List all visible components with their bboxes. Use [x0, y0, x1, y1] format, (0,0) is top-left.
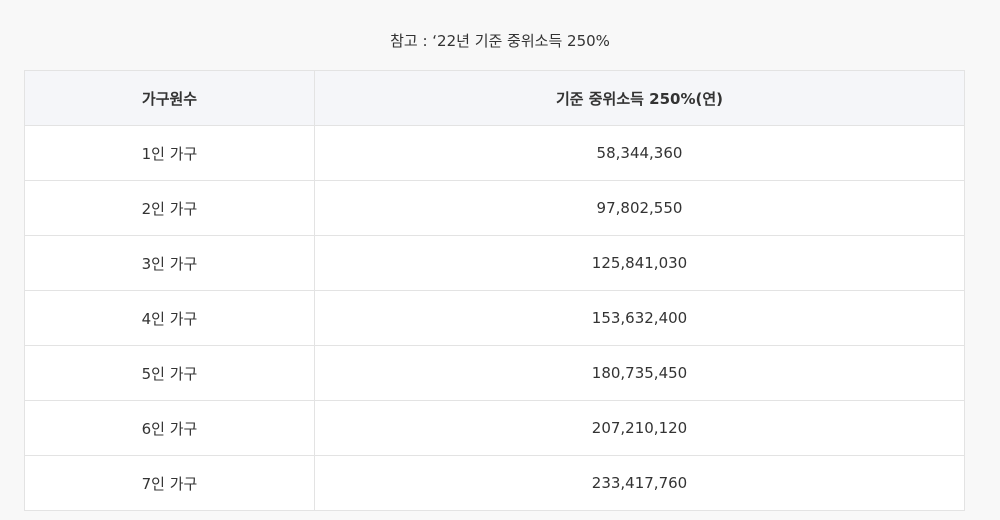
household-size-cell: 6인 가구 — [24, 400, 315, 456]
income-cell: 180,735,450 — [314, 345, 965, 401]
header-median-income-250: 기준 중위소득 250%(연) — [314, 70, 965, 126]
table-row: 6인 가구 207,210,120 — [24, 400, 965, 456]
page: 참고 : ‘22년 기준 중위소득 250% 가구원수 기준 중위소득 250%… — [0, 0, 1000, 520]
table-row: 4인 가구 153,632,400 — [24, 290, 965, 346]
household-size-cell: 1인 가구 — [24, 125, 315, 181]
household-size-cell: 3인 가구 — [24, 235, 315, 291]
table-row: 2인 가구 97,802,550 — [24, 180, 965, 236]
header-household-size: 가구원수 — [24, 70, 315, 126]
table-row: 7인 가구 233,417,760 — [24, 455, 965, 511]
income-cell: 58,344,360 — [314, 125, 965, 181]
table-row: 3인 가구 125,841,030 — [24, 235, 965, 291]
table-header-row: 가구원수 기준 중위소득 250%(연) — [24, 70, 965, 126]
income-cell: 207,210,120 — [314, 400, 965, 456]
table-row: 1인 가구 58,344,360 — [24, 125, 965, 181]
household-size-cell: 7인 가구 — [24, 455, 315, 511]
income-cell: 97,802,550 — [314, 180, 965, 236]
income-cell: 233,417,760 — [314, 455, 965, 511]
household-size-cell: 4인 가구 — [24, 290, 315, 346]
reference-note: 참고 : ‘22년 기준 중위소득 250% — [390, 32, 610, 50]
household-size-cell: 2인 가구 — [24, 180, 315, 236]
income-table: 가구원수 기준 중위소득 250%(연) 1인 가구 58,344,360 2인… — [24, 70, 965, 511]
household-size-cell: 5인 가구 — [24, 345, 315, 401]
income-cell: 125,841,030 — [314, 235, 965, 291]
table-row: 5인 가구 180,735,450 — [24, 345, 965, 401]
income-cell: 153,632,400 — [314, 290, 965, 346]
